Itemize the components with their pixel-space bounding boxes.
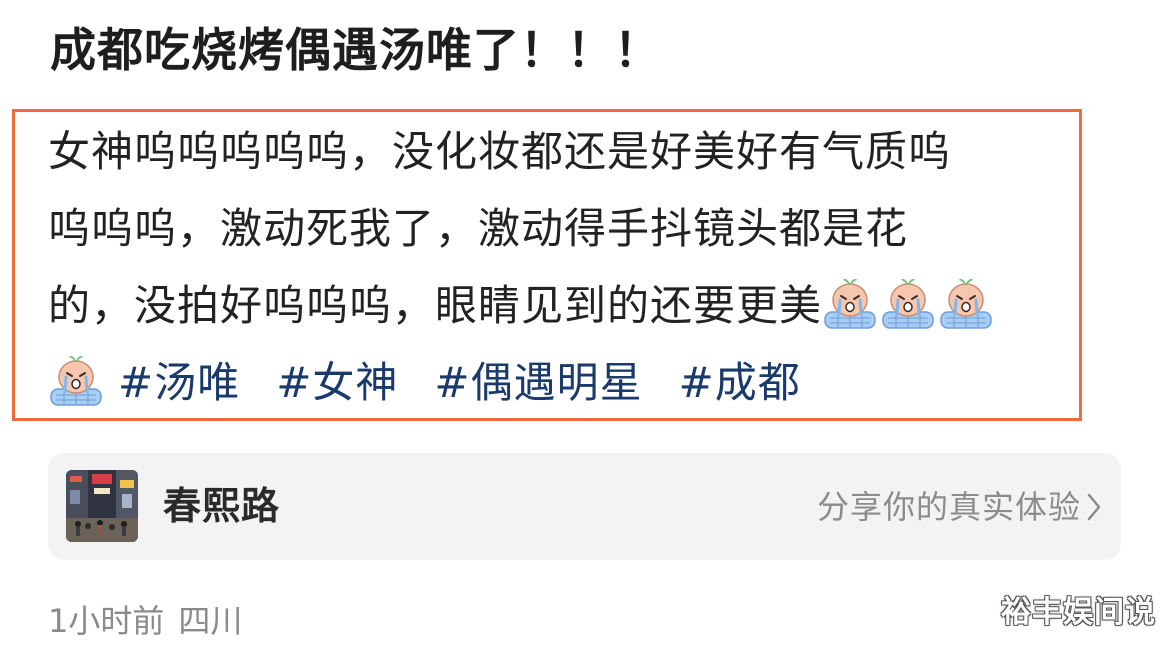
hashtag-celebrity-encounter[interactable]: #偶遇明星 bbox=[434, 358, 642, 407]
share-experience-link[interactable]: 分享你的真实体验 bbox=[817, 486, 1081, 528]
crying-face-emoji-icon bbox=[880, 274, 936, 330]
post-body: 女神呜呜呜呜呜，没化妆都还是好美好有气质呜 呜呜呜，激动死我了，激动得手抖镜头都… bbox=[48, 113, 1088, 421]
post-time: 1小时前 bbox=[48, 602, 165, 640]
post-title: 成都吃烧烤偶遇汤唯了！！！ bbox=[50, 23, 661, 77]
location-thumbnail bbox=[66, 470, 138, 542]
post-body-line: 的，没拍好呜呜呜，眼睛见到的还要更美 bbox=[48, 267, 1088, 344]
watermark: 裕丰娱间说 bbox=[1001, 595, 1156, 630]
crying-face-emoji-icon bbox=[822, 274, 878, 330]
post-body-text: 的，没拍好呜呜呜，眼睛见到的还要更美 bbox=[48, 281, 823, 330]
hashtag-chengdu[interactable]: #成都 bbox=[679, 358, 801, 407]
post-meta: 1小时前 四川 bbox=[48, 599, 242, 643]
location-name: 春熙路 bbox=[163, 484, 281, 528]
hashtag-goddess[interactable]: #女神 bbox=[276, 358, 398, 407]
location-card[interactable]: 春熙路 分享你的真实体验 bbox=[48, 453, 1121, 560]
chevron-right-icon bbox=[1087, 493, 1101, 521]
crying-face-emoji-icon bbox=[938, 274, 994, 330]
post-region: 四川 bbox=[178, 602, 243, 640]
hashtag-tang-wei[interactable]: #汤唯 bbox=[118, 358, 240, 407]
post-body-line: 女神呜呜呜呜呜，没化妆都还是好美好有气质呜 bbox=[48, 127, 952, 176]
post-body-line: #汤唯 #女神 #偶遇明星 #成都 bbox=[48, 344, 1088, 421]
post-body-line: 呜呜呜，激动死我了，激动得手抖镜头都是花 bbox=[48, 204, 909, 253]
crying-face-emoji-icon bbox=[48, 351, 104, 407]
